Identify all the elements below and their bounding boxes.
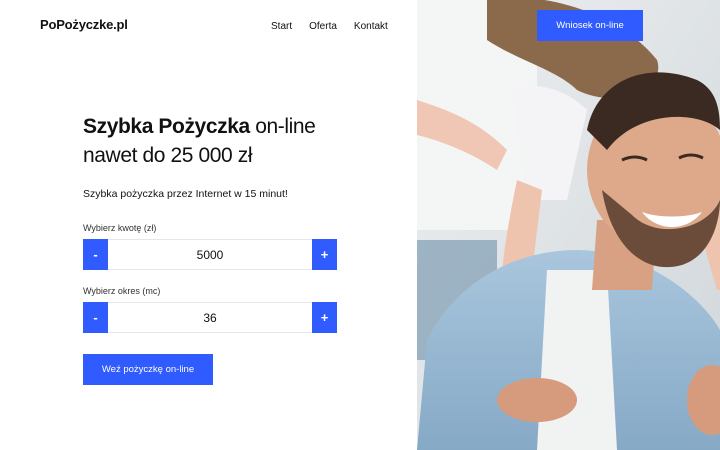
term-stepper: - 36 + (83, 302, 337, 333)
hero-photo (417, 0, 720, 450)
amount-field: Wybierz kwotę (zł) - 5000 + (83, 223, 337, 270)
term-plus-button[interactable]: + (312, 302, 337, 333)
term-minus-button[interactable]: - (83, 302, 108, 333)
amount-plus-button[interactable]: + (312, 239, 337, 270)
family-photo-icon (417, 0, 720, 450)
term-input[interactable]: 36 (108, 302, 312, 333)
title-light: on-line (249, 115, 316, 138)
page-title: Szybka Pożyczka on-line nawet do 25 000 … (83, 112, 413, 170)
left-panel: PoPożyczke.pl Start Oferta Kontakt Szybk… (0, 0, 417, 450)
hero: Szybka Pożyczka on-line nawet do 25 000 … (83, 112, 413, 200)
amount-minus-button[interactable]: - (83, 239, 108, 270)
nav-item-start[interactable]: Start (271, 21, 292, 32)
main-nav: Start Oferta Kontakt (271, 21, 388, 32)
take-loan-button[interactable]: Weź pożyczkę on-line (83, 354, 213, 385)
title-line2: nawet do 25 000 zł (83, 144, 253, 167)
title-bold: Szybka Pożyczka (83, 115, 250, 138)
nav-item-kontakt[interactable]: Kontakt (354, 21, 388, 32)
amount-stepper: - 5000 + (83, 239, 337, 270)
amount-label: Wybierz kwotę (zł) (83, 223, 157, 233)
hero-subtitle: Szybka pożyczka przez Internet w 15 minu… (83, 188, 288, 200)
term-field: Wybierz okres (mc) - 36 + (83, 286, 337, 333)
apply-online-button[interactable]: Wniosek on-line (537, 10, 643, 41)
nav-item-oferta[interactable]: Oferta (309, 21, 337, 32)
term-label: Wybierz okres (mc) (83, 286, 161, 296)
amount-input[interactable]: 5000 (108, 239, 312, 270)
logo[interactable]: PoPożyczke.pl (40, 17, 128, 32)
